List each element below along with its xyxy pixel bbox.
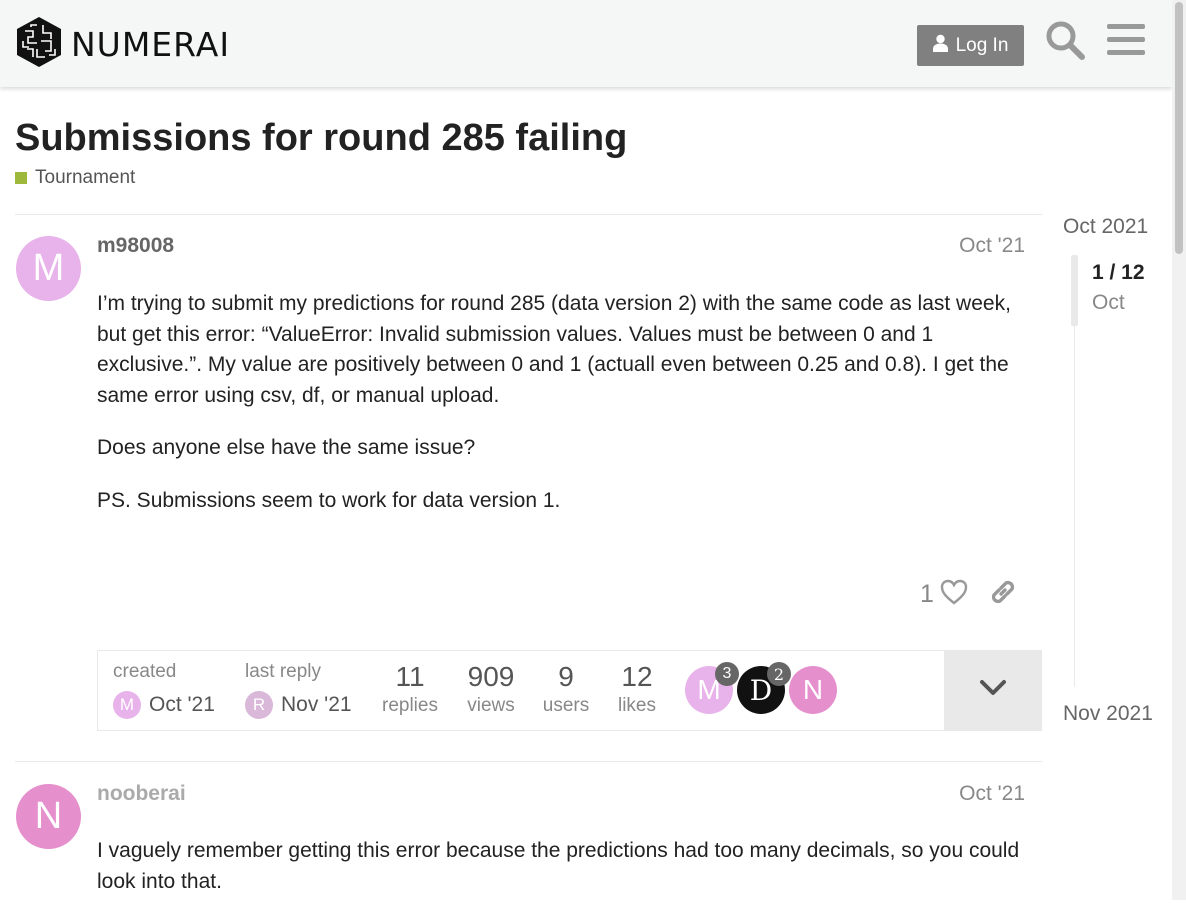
search-button[interactable]: [1043, 20, 1087, 64]
stat-number: 9: [558, 661, 574, 692]
topic-title[interactable]: Submissions for round 285 failing: [15, 117, 627, 160]
heart-icon: [940, 579, 968, 610]
post-paragraph: PS. Submissions seem to work for data ve…: [97, 488, 561, 512]
share-link-button[interactable]: [988, 577, 1018, 612]
last-replier-avatar[interactable]: R: [245, 691, 273, 719]
scrollbar-thumb[interactable]: [1175, 2, 1183, 254]
category-badge[interactable]: Tournament: [15, 167, 135, 189]
topic-map: created M Oct '21 last reply R Nov '21 1…: [97, 650, 1042, 731]
participant-avatar[interactable]: M 3: [685, 662, 739, 714]
participant-avatar[interactable]: N: [789, 666, 837, 714]
timeline-current-date: Oct: [1092, 291, 1125, 314]
post-paragraph: I’m trying to submit my predictions for …: [97, 292, 1011, 407]
category-name: Tournament: [35, 167, 136, 188]
user-icon: [932, 34, 948, 58]
search-icon: [1045, 20, 1085, 65]
last-reply-label: last reply: [245, 661, 322, 682]
stat-likes: 12 likes: [612, 661, 662, 717]
created-date: Oct '21: [149, 693, 215, 716]
avatar[interactable]: N: [16, 784, 81, 849]
like-count[interactable]: 1: [920, 580, 934, 609]
numerai-logo-icon: [15, 15, 63, 74]
hamburger-menu-icon: [1107, 23, 1145, 61]
logo-wordmark: NUMERAI: [71, 24, 231, 64]
post-body: I vaguely remember getting this error be…: [97, 836, 1032, 919]
stat-number: 909: [467, 661, 515, 692]
created-info: created M Oct '21: [113, 661, 215, 719]
timeline-handle[interactable]: [1071, 255, 1078, 326]
timeline-end-date[interactable]: Nov 2021: [1063, 702, 1153, 726]
post-actions: 1: [920, 577, 1018, 612]
category-color-square: [15, 172, 27, 184]
post-body: I’m trying to submit my predictions for …: [97, 289, 1032, 538]
stat-label: replies: [382, 695, 438, 716]
stat-users: 9 users: [538, 661, 594, 717]
hamburger-menu-button[interactable]: [1104, 20, 1148, 64]
login-button[interactable]: Log In: [917, 25, 1024, 66]
post-paragraph: I vaguely remember getting this error be…: [97, 839, 1020, 893]
avatar-letter: N: [34, 795, 63, 837]
site-logo[interactable]: NUMERAI: [15, 15, 231, 74]
post-date[interactable]: Oct '21: [959, 234, 1025, 258]
avatar[interactable]: M: [16, 236, 81, 301]
expand-topic-map-button[interactable]: [944, 651, 1041, 730]
timeline-position: 1 / 12: [1092, 261, 1145, 284]
stat-number: 11: [395, 661, 425, 692]
link-icon: [988, 577, 1018, 612]
timeline-start-date[interactable]: Oct 2021: [1063, 215, 1148, 239]
stat-label: likes: [617, 695, 656, 716]
stat-label: views: [467, 695, 515, 716]
page-scrollbar[interactable]: [1172, 0, 1186, 900]
post-paragraph: Does anyone else have the same issue?: [97, 436, 476, 459]
stat-number: 12: [621, 661, 653, 692]
post-count-badge: 3: [715, 662, 739, 686]
post-divider: [15, 761, 1042, 762]
login-label: Log In: [955, 34, 1009, 56]
post-divider: [15, 214, 1042, 215]
participant-avatar[interactable]: D 2: [737, 662, 791, 714]
stat-views: 909 views: [462, 661, 520, 717]
last-reply-date: Nov '21: [281, 693, 352, 716]
participant-letter: N: [802, 674, 824, 705]
stat-replies: 11 replies: [381, 661, 439, 717]
created-label: created: [113, 661, 177, 682]
last-reply-info[interactable]: last reply R Nov '21: [245, 661, 352, 719]
like-button[interactable]: [940, 579, 968, 610]
site-header: NUMERAI Log In: [0, 0, 1172, 87]
stat-label: users: [542, 695, 590, 716]
post-username[interactable]: nooberai: [97, 782, 186, 806]
post-count-badge: 2: [767, 662, 791, 686]
post-date[interactable]: Oct '21: [959, 782, 1025, 806]
post-username[interactable]: m98008: [97, 234, 174, 258]
avatar-letter: M: [32, 247, 65, 289]
chevron-down-icon: [979, 679, 1007, 702]
creator-avatar[interactable]: M: [113, 691, 141, 719]
